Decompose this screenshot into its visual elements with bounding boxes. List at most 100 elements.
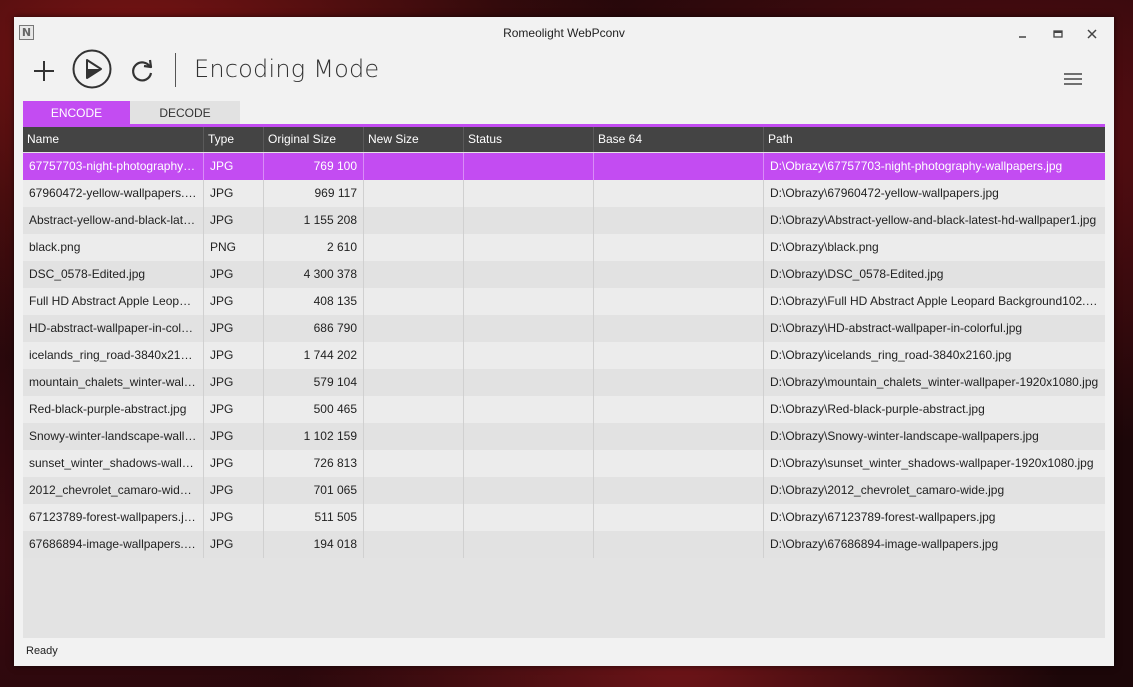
mode-title: Encoding Mode: [194, 55, 380, 83]
minimize-button[interactable]: [1016, 27, 1030, 41]
cell-status: [464, 504, 594, 531]
cell-path: D:\Obrazy\2012_chevrolet_camaro-wide.jpg: [770, 483, 1005, 497]
table-row[interactable]: HD-abstract-wallpaper-in-colorful.jpgJPG…: [23, 315, 1105, 342]
column-header-new-size[interactable]: New Size: [364, 127, 464, 152]
cell-status: [464, 180, 594, 207]
toolbar: Encoding Mode: [14, 49, 1114, 99]
cell-path: D:\Obrazy\Snowy-winter-landscape-wallpap…: [770, 429, 1039, 443]
column-header-base64[interactable]: Base 64: [594, 127, 764, 152]
table-row[interactable]: 67686894-image-wallpapers.jpg JPG 194 018 D…: [23, 531, 1105, 558]
cell-base64: [594, 369, 764, 396]
cell-type: PNG: [204, 234, 264, 261]
cell-name: Full HD Abstract Apple Leopard Backgroun…: [23, 288, 204, 315]
cell-new-size: [364, 315, 464, 342]
cell-status: [464, 288, 594, 315]
table-row[interactable]: Full HD Abstract Apple Leopard Backgroun…: [23, 288, 1105, 315]
cell-new-size: [364, 288, 464, 315]
close-icon: [1087, 29, 1097, 39]
add-files-button[interactable]: [30, 57, 58, 85]
cell-type: JPG: [204, 477, 264, 504]
cell-path: D:\Obrazy\black.png: [770, 240, 879, 254]
tab-decode[interactable]: DECODE: [130, 101, 240, 125]
table-row[interactable]: 67960472-yellow-wallpapers.jpg JPG 969 117…: [23, 180, 1105, 207]
table-row[interactable]: 67757703-night-photography-wallpapers.jp…: [23, 153, 1105, 180]
table-body: 67757703-night-photography-wallpapers.jp…: [23, 153, 1105, 558]
table-row[interactable]: sunset_winter_shadows-wallpaper-1920x108…: [23, 450, 1105, 477]
column-header-status[interactable]: Status: [464, 127, 594, 152]
maximize-icon: [1053, 30, 1063, 38]
cell-new-size: [364, 234, 464, 261]
start-encoding-button[interactable]: [72, 49, 112, 89]
cell-type: JPG: [204, 369, 264, 396]
cell-path: D:\Obrazy\67757703-night-photography-wal…: [770, 159, 1063, 173]
cell-original-size: 579 104: [264, 369, 364, 396]
cell-type: JPG: [204, 450, 264, 477]
files-table[interactable]: Name Type Original Size New Size Status …: [23, 127, 1105, 638]
toolbar-separator: [175, 53, 176, 87]
cell-base64: [594, 504, 764, 531]
cell-path: D:\Obrazy\DSC_0578-Edited.jpg: [770, 267, 944, 281]
cell-new-size: [364, 396, 464, 423]
cell-name: DSC_0578-Edited.jpg: [23, 261, 204, 288]
cell-new-size: [364, 531, 464, 558]
table-row[interactable]: black.png PNG 2 610 D:\Obrazy\black.png: [23, 234, 1105, 261]
cell-name: Abstract-yellow-and-black-latest-hd-wall…: [23, 207, 204, 234]
cell-status: [464, 153, 594, 180]
cell-name: icelands_ring_road-3840x2160.jpg: [23, 342, 204, 369]
cell-path: D:\Obrazy\Abstract-yellow-and-black-late…: [770, 213, 1097, 227]
cell-type: JPG: [204, 396, 264, 423]
cell-status: [464, 477, 594, 504]
cell-path: D:\Obrazy\HD-abstract-wallpaper-in-color…: [770, 321, 1023, 335]
cell-new-size: [364, 261, 464, 288]
app-window: N Romeolight WebPconv Encoding Mode ENCO…: [14, 17, 1114, 666]
cell-name: 67960472-yellow-wallpapers.jpg: [23, 180, 204, 207]
cell-name: HD-abstract-wallpaper-in-colorful.jpg: [23, 315, 204, 342]
cell-path: D:\Obrazy\icelands_ring_road-3840x2160.j…: [770, 348, 1012, 362]
table-row[interactable]: Abstract-yellow-and-black-latest-hd-wall…: [23, 207, 1105, 234]
cell-path: D:\Obrazy\67123789-forest-wallpapers.jpg: [770, 510, 996, 524]
cell-original-size: 4 300 378: [264, 261, 364, 288]
cell-new-size: [364, 504, 464, 531]
table-row[interactable]: Red-black-purple-abstract.jpg JPG 500 465 D…: [23, 396, 1105, 423]
cell-type: JPG: [204, 315, 264, 342]
table-row[interactable]: mountain_chalets_winter-wallpaper-1920x1…: [23, 369, 1105, 396]
cell-path: D:\Obrazy\Red-black-purple-abstract.jpg: [770, 402, 985, 416]
cell-base64: [594, 153, 764, 180]
menu-button[interactable]: [1062, 69, 1084, 89]
cell-type: JPG: [204, 423, 264, 450]
cell-original-size: 194 018: [264, 531, 364, 558]
cell-base64: [594, 207, 764, 234]
cell-base64: [594, 342, 764, 369]
cell-base64: [594, 450, 764, 477]
table-row[interactable]: 2012_chevrolet_camaro-wide.jpg JPG 701 065…: [23, 477, 1105, 504]
refresh-button[interactable]: [128, 57, 156, 85]
cell-path: D:\Obrazy\67960472-yellow-wallpapers.jpg: [770, 186, 999, 200]
title-bar[interactable]: N Romeolight WebPconv: [14, 17, 1114, 49]
column-header-original-size[interactable]: Original Size: [264, 127, 364, 152]
column-header-name[interactable]: Name: [23, 127, 204, 152]
cell-status: [464, 396, 594, 423]
table-row[interactable]: Snowy-winter-landscape-wallpapers.jpgJPG…: [23, 423, 1105, 450]
cell-type: JPG: [204, 153, 264, 180]
table-row[interactable]: icelands_ring_road-3840x2160.jpg JPG 1 744…: [23, 342, 1105, 369]
cell-original-size: 2 610: [264, 234, 364, 261]
cell-type: JPG: [204, 207, 264, 234]
cell-status: [464, 207, 594, 234]
cell-new-size: [364, 180, 464, 207]
tab-encode[interactable]: ENCODE: [23, 101, 130, 125]
column-header-path[interactable]: Path: [764, 127, 1105, 152]
close-button[interactable]: [1085, 27, 1099, 41]
minimize-icon: [1019, 36, 1026, 38]
cell-name: 67123789-forest-wallpapers.jpg: [23, 504, 204, 531]
cell-new-size: [364, 423, 464, 450]
cell-status: [464, 531, 594, 558]
cell-type: JPG: [204, 261, 264, 288]
cell-new-size: [364, 477, 464, 504]
column-header-type[interactable]: Type: [204, 127, 264, 152]
table-row[interactable]: DSC_0578-Edited.jpg JPG 4 300 378 D:\Obrazy…: [23, 261, 1105, 288]
cell-path: D:\Obrazy\67686894-image-wallpapers.jpg: [770, 537, 999, 551]
maximize-button[interactable]: [1051, 27, 1065, 41]
table-row[interactable]: 67123789-forest-wallpapers.jpg JPG 511 505…: [23, 504, 1105, 531]
cell-name: black.png: [23, 234, 204, 261]
cell-name: mountain_chalets_winter-wallpaper-1920x1…: [23, 369, 204, 396]
